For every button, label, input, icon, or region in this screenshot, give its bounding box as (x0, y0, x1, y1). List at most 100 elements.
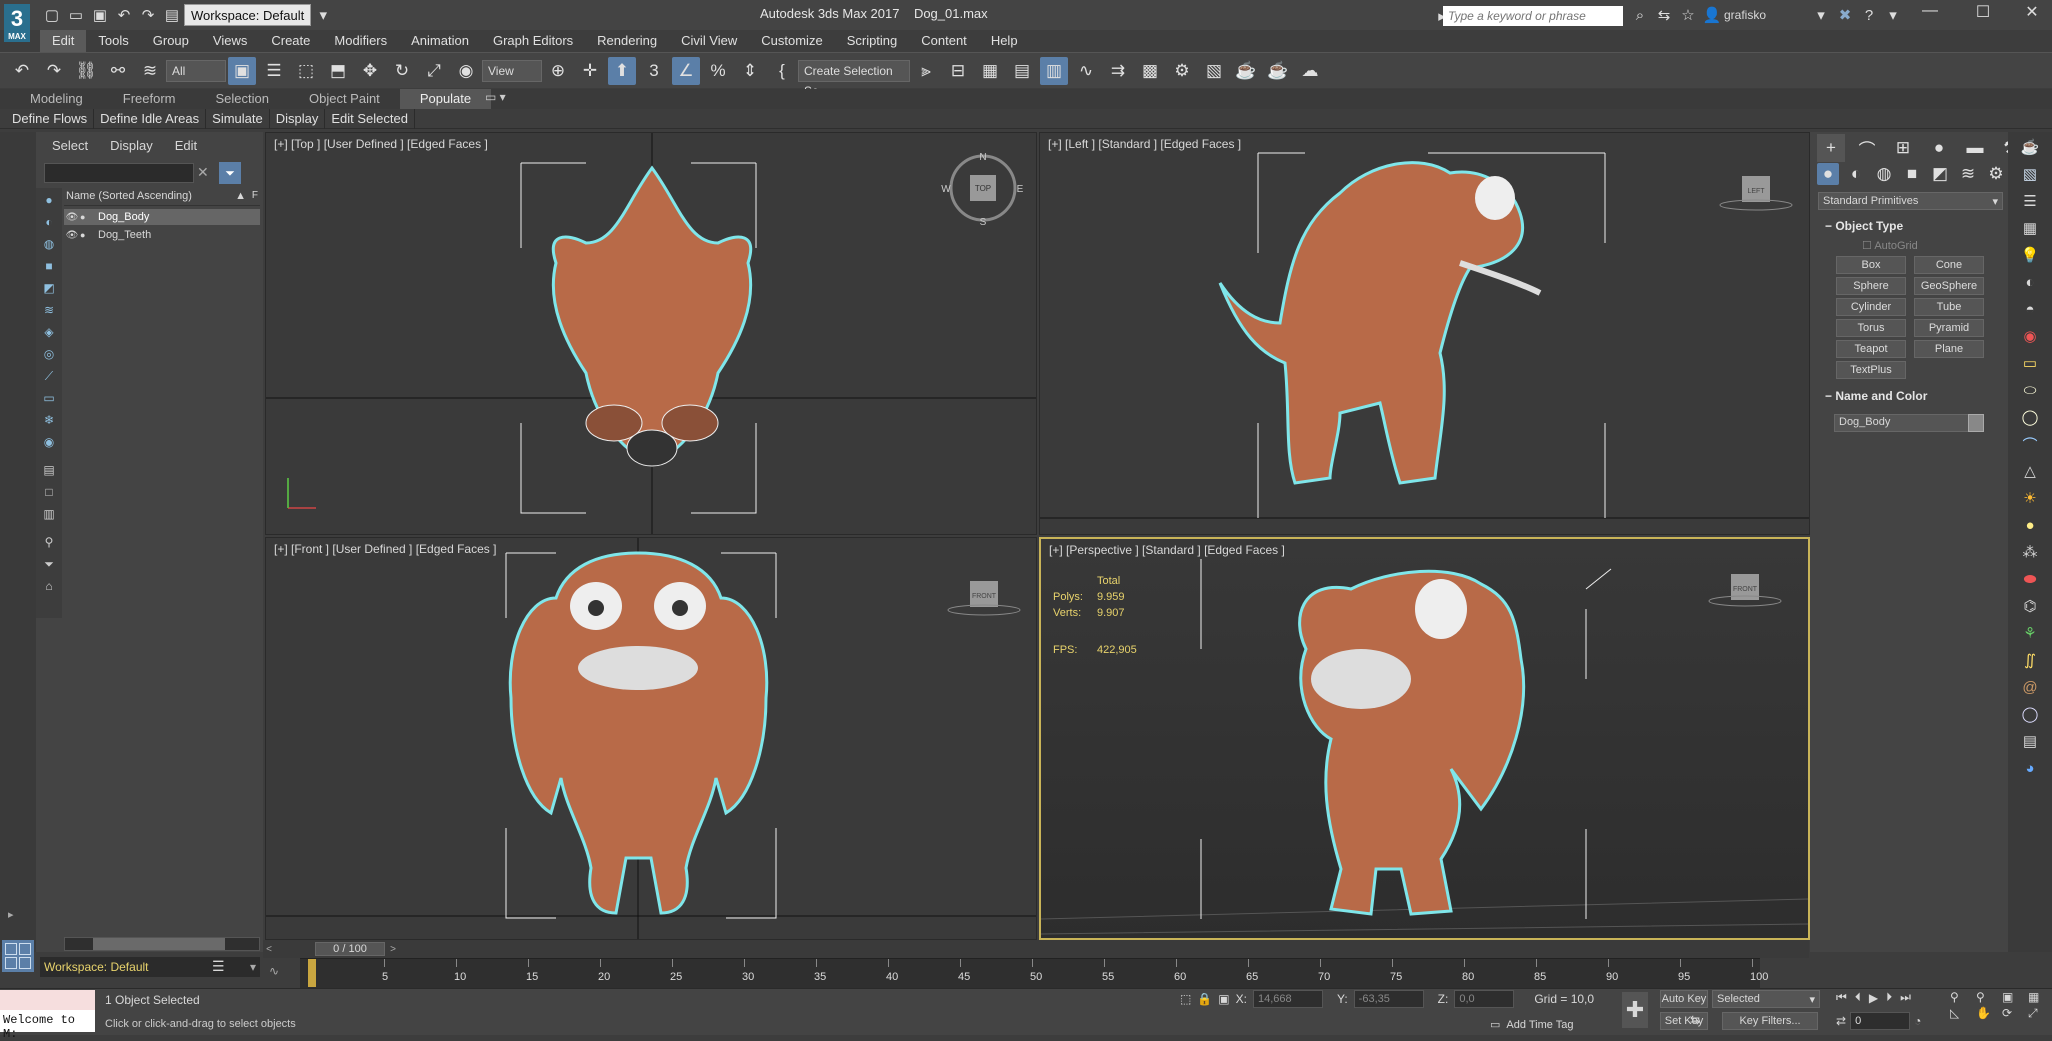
project-folder-icon[interactable]: ▤ (160, 4, 184, 26)
viewport-left[interactable]: [+] [Left ] [Standard ] [Edged Faces ] L… (1039, 132, 1810, 535)
schematic-view-icon[interactable]: ⇉ (1104, 57, 1132, 85)
plane-button[interactable]: Plane (1914, 340, 1984, 358)
half-moon-icon[interactable]: ◐ (2018, 270, 2042, 294)
unlink-icon[interactable]: ⚯ (104, 57, 132, 85)
expand-arrow-icon[interactable]: ▸ (8, 908, 14, 921)
spinner-snap-icon[interactable]: ⇕ (736, 57, 764, 85)
isolate-selection-icon[interactable]: ⬚ (1180, 992, 1191, 1006)
undo-icon[interactable]: ↶ (8, 57, 36, 85)
go-to-end-icon[interactable]: ⏭ (1900, 990, 1911, 1005)
lightbulb-icon[interactable]: 💡 (2018, 243, 2042, 267)
lock-selection-icon[interactable]: 🔒 (1197, 992, 1212, 1006)
select-rotate-icon[interactable]: ↻ (388, 57, 416, 85)
torus-button[interactable]: Torus (1836, 319, 1906, 337)
rendered-frame-window-icon[interactable]: ▧ (1200, 57, 1228, 85)
current-frame-field[interactable]: 0 (1850, 1012, 1911, 1030)
create-tab-icon[interactable]: + (1817, 134, 1845, 162)
display-none-icon[interactable]: □ (38, 482, 60, 502)
select-move-icon[interactable]: ✥ (356, 57, 384, 85)
add-time-tag[interactable]: Add Time Tag (1506, 1019, 1573, 1031)
motion-tab-icon[interactable]: ● (1925, 134, 1953, 162)
render-setup-icon[interactable]: ⚙ (1168, 57, 1196, 85)
save-icon[interactable]: ▣ (88, 4, 112, 26)
tab-object-paint[interactable]: Object Paint (289, 89, 400, 109)
menu-scripting[interactable]: Scripting (835, 30, 910, 52)
textplus-button[interactable]: TextPlus (1836, 361, 1906, 379)
explorer-column-header[interactable]: Name (Sorted Ascending) ▲ F (64, 190, 260, 206)
key-mode-toggle-icon[interactable]: ⇄ (1836, 1014, 1846, 1028)
autogrid-checkbox[interactable]: ☐ AutoGrid (1862, 239, 1918, 252)
auto-key-button[interactable]: Auto Key (1660, 990, 1708, 1008)
viewport-front[interactable]: [+] [Front ] [User Defined ] [Edged Face… (265, 537, 1037, 940)
menu-rendering[interactable]: Rendering (585, 30, 669, 52)
wave-icon[interactable]: ◓ (2018, 297, 2042, 321)
workspace-selector[interactable]: Workspace: Default ▾ (40, 957, 260, 977)
ribbon-simulate[interactable]: Simulate (206, 108, 270, 129)
viewcube-front[interactable]: FRONT (972, 593, 997, 600)
reference-coordinate-dropdown[interactable]: View (482, 59, 542, 82)
object-color-swatch[interactable] (1968, 414, 1984, 432)
tab-freeform[interactable]: Freeform (103, 89, 196, 109)
close-button[interactable]: ✕ (2012, 2, 2052, 22)
space-warps-icon[interactable]: ≋ (1957, 163, 1979, 185)
object-type-rollout[interactable]: − Object Type (1825, 219, 1903, 233)
teapot-icon[interactable]: ☕ (2018, 135, 2042, 159)
invert-display-icon[interactable]: ▥ (38, 504, 60, 524)
new-file-icon[interactable]: ▢ (40, 4, 64, 26)
layer-stack-icon[interactable]: ☰ (212, 958, 225, 975)
menu-animation[interactable]: Animation (399, 30, 481, 52)
search-icon[interactable]: ⌕ (1628, 4, 1652, 26)
compass-east[interactable]: E (1017, 184, 1024, 195)
key-set-dropdown[interactable]: Selected ▾ (1712, 990, 1820, 1008)
field-of-view-icon[interactable]: ◺ (1950, 1006, 1974, 1021)
hierarchy-tab-icon[interactable]: ⊞ (1889, 134, 1917, 162)
selection-filter-dropdown[interactable]: All (166, 59, 226, 82)
cameras-icon[interactable]: ■ (1901, 163, 1923, 185)
time-config-icon[interactable]: ◔ (1914, 1014, 1921, 1028)
curve-editor-icon[interactable]: ∿ (1072, 57, 1100, 85)
user-name[interactable]: grafisko (1724, 8, 1809, 22)
zoom-extents-icon[interactable]: ▣ (2002, 990, 2026, 1004)
compass-west[interactable]: W (941, 184, 951, 195)
rig-icon[interactable]: ◕ (2018, 756, 2042, 780)
user-icon[interactable]: 👤 (1700, 4, 1724, 26)
percent-snap-icon[interactable]: % (704, 57, 732, 85)
app-logo[interactable]: 3 MAX (4, 4, 30, 42)
viewport-perspective[interactable]: [+] [Perspective ] [Standard ] [Edged Fa… (1039, 537, 1810, 940)
a360-render-icon[interactable]: ☁ (1296, 57, 1324, 85)
viewcube-left[interactable]: LEFT (1747, 188, 1765, 195)
absolute-mode-icon[interactable]: ▣ (1218, 992, 1229, 1006)
pyramid-button[interactable]: Pyramid (1914, 319, 1984, 337)
time-tag-icon[interactable]: ▭ (1490, 1018, 1500, 1031)
plant-icon[interactable]: ⚘ (2018, 621, 2042, 645)
category-dropdown[interactable]: Standard Primitives ▾ (1818, 192, 2003, 210)
viewcube-persp[interactable]: FRONT (1733, 586, 1758, 593)
horizontal-scrollbar[interactable] (64, 937, 260, 951)
favorites-icon[interactable]: ☆ (1676, 4, 1700, 26)
keyboard-shortcut-override-icon[interactable]: ⬆ (608, 56, 636, 85)
set-key-button[interactable]: Set Key (1660, 1012, 1708, 1030)
cone-light-icon[interactable]: △ (2018, 459, 2042, 483)
sphere-light-icon[interactable]: ● (2018, 513, 2042, 537)
cylinder-button[interactable]: Cylinder (1836, 298, 1906, 316)
tab-selection[interactable]: Selection (196, 89, 289, 109)
rectangular-region-icon[interactable]: ⬚ (292, 57, 320, 85)
chevron-down-icon[interactable]: ▾ (1809, 4, 1833, 26)
scene-explorer-toggle-icon[interactable]: ▦ (976, 57, 1004, 85)
menu-tools[interactable]: Tools (86, 30, 140, 52)
slider-left-arrow-icon[interactable]: < (263, 944, 275, 955)
maximize-button[interactable]: ☐ (1963, 2, 2003, 22)
arc-icon[interactable]: ⌒ (2018, 432, 2042, 456)
toggle-ribbon-icon[interactable]: ▥ (1040, 56, 1068, 85)
pan-icon[interactable]: ✋ (1976, 1006, 2000, 1021)
tab-modeling[interactable]: Modeling (10, 89, 103, 109)
cache-icon[interactable]: ▤ (2018, 729, 2042, 753)
chevron-down-icon[interactable]: ▾ (1881, 4, 1905, 26)
groups-filter-icon[interactable]: ◈ (38, 322, 60, 342)
containers-filter-icon[interactable]: ▭ (38, 388, 60, 408)
hair-fur-icon[interactable]: ∬ (2018, 648, 2042, 672)
redo-icon[interactable]: ↷ (136, 4, 160, 26)
lights-filter-icon[interactable]: ◍ (38, 234, 60, 254)
geometry-icon[interactable]: ● (1817, 163, 1839, 185)
align-icon[interactable]: ⊟ (944, 57, 972, 85)
